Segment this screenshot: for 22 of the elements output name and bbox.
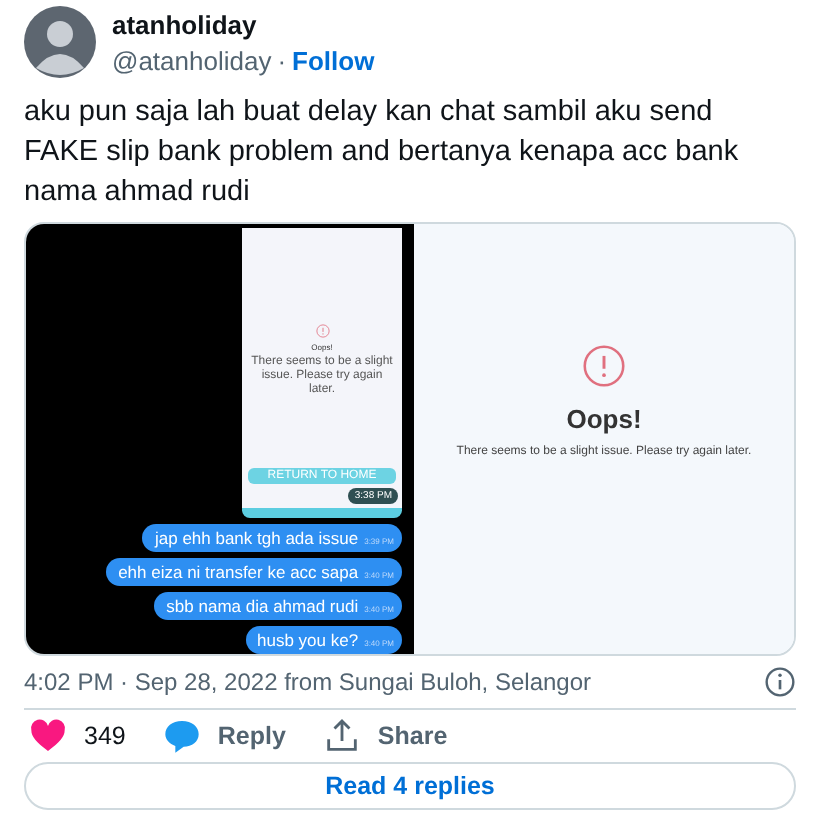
alert-icon (582, 344, 626, 388)
message-text: jap ehh bank tgh ada issue (154, 528, 359, 548)
alert-icon (315, 324, 329, 338)
reply-button[interactable]: Reply (217, 722, 286, 750)
avatar (24, 6, 96, 78)
tweet-text: aku pun saja lah buat delay kan chat sambil aku send FAKE slip bank problem and bertanya kenapa acc bank nama ahmad rudi (24, 94, 741, 212)
message-text: ehh eiza ni transfer ke acc sapa (118, 562, 359, 582)
author-name: atanholiday (112, 9, 259, 39)
error-title: Oops! (566, 404, 642, 434)
share-icon (321, 716, 362, 756)
read-replies-button[interactable]: Read 4 replies (24, 762, 796, 810)
message-text: sbb nama dia ahmad rudi (166, 596, 359, 616)
author-handle: @atanholiday (112, 45, 272, 75)
message-text: husb you ke? (257, 630, 359, 650)
tweet-timestamp: 4:02 PM · Sep 28, 2022 from Sungai Buloh, Selangor (24, 668, 592, 696)
speech-bubble-icon (161, 716, 202, 756)
share-button[interactable]: Share (377, 722, 448, 750)
heart-icon (28, 716, 68, 756)
info-icon (764, 666, 796, 698)
separator: · (277, 45, 287, 75)
like-button[interactable]: 349 (84, 722, 126, 750)
follow-link[interactable]: Follow (292, 45, 375, 75)
